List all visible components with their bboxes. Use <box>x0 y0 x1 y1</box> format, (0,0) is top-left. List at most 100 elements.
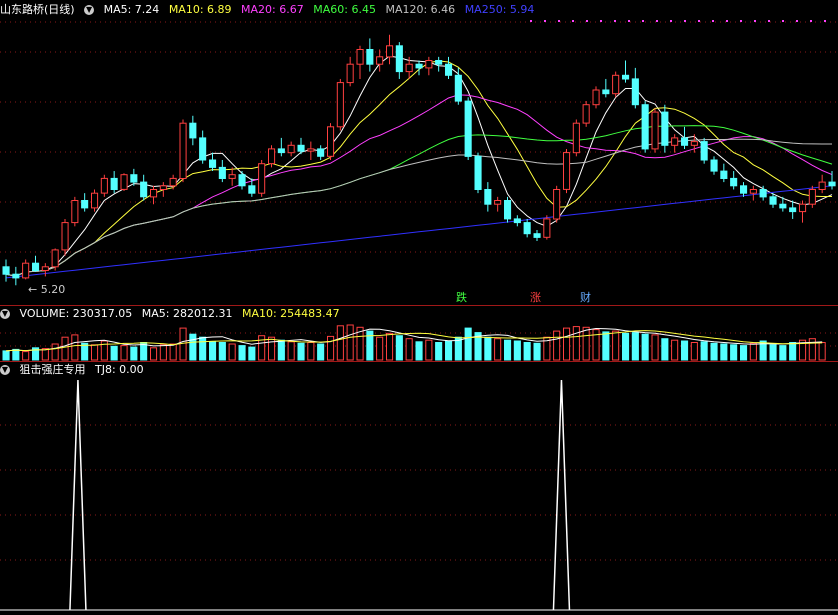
candle-body <box>602 89 610 95</box>
candle-body <box>336 82 344 128</box>
candle-body <box>622 74 630 80</box>
volume-bar <box>238 345 246 361</box>
volume-panel-header: ▼ VOLUME: 230317.05 MA5: 282012.31 MA10:… <box>0 306 346 322</box>
candle-body <box>199 137 207 161</box>
volume-bar <box>179 327 187 361</box>
volume-bar <box>789 342 797 361</box>
candle-body <box>690 141 698 146</box>
volume-bar <box>307 342 315 361</box>
candle-body <box>71 200 79 224</box>
volume-bar <box>130 346 138 361</box>
candle-body <box>533 233 541 238</box>
volume-bar <box>71 334 79 361</box>
ma10-line <box>5 60 832 277</box>
candle-body <box>818 181 826 191</box>
volume-bar <box>435 342 443 361</box>
marker-dot <box>586 20 588 22</box>
candle-body <box>248 185 256 194</box>
volume-bar <box>91 344 99 361</box>
volume-bar <box>720 343 728 361</box>
candle-body <box>366 49 374 65</box>
candle-body <box>425 60 433 69</box>
volume-bar <box>277 339 285 361</box>
volume-bar <box>818 342 826 361</box>
volume-bar <box>553 330 561 361</box>
volume-readout: VOLUME: 230317.05 <box>19 307 133 320</box>
volume-ma10-readout: MA10: 254483.47 <box>241 307 340 320</box>
candle-body <box>553 189 561 220</box>
candle-body <box>474 155 482 191</box>
volume-bar <box>582 326 590 361</box>
candle-body <box>828 181 836 187</box>
candle-body <box>297 144 305 152</box>
candle-body <box>238 174 246 187</box>
volume-bar <box>533 342 541 361</box>
candle-body <box>563 152 571 190</box>
candle-body <box>740 185 748 194</box>
volume-bar <box>484 336 492 361</box>
candle-body <box>61 222 69 251</box>
volume-bar <box>12 348 20 361</box>
volume-bar <box>228 343 236 361</box>
volume-bar <box>602 331 610 361</box>
candle-body <box>749 189 757 194</box>
tj8-spike <box>69 379 87 611</box>
candle-body <box>808 189 816 205</box>
volume-bar <box>464 327 472 361</box>
candle-body <box>445 63 453 76</box>
volume-bar <box>61 336 69 361</box>
volume-bar <box>199 336 207 361</box>
candle-body <box>376 56 384 65</box>
candle-body <box>661 111 669 146</box>
volume-bar <box>22 351 30 361</box>
volume-bar <box>327 335 335 361</box>
volume-bar <box>631 332 639 361</box>
marker-dot <box>824 20 826 22</box>
candle-body <box>681 137 689 146</box>
volume-bar <box>612 330 620 361</box>
marker-dot <box>614 20 616 22</box>
candle-body <box>277 148 285 154</box>
candle-body <box>22 262 30 279</box>
volume-bar <box>51 343 59 361</box>
candle-body <box>287 144 295 154</box>
candle-body <box>415 63 423 69</box>
candle-body <box>435 60 443 65</box>
candle-body <box>779 203 787 209</box>
candle-body <box>582 104 590 124</box>
ma250-line <box>5 185 833 279</box>
candle-body <box>346 63 354 84</box>
candle-body <box>258 163 266 194</box>
volume-bar <box>189 333 197 361</box>
volume-bar <box>150 347 158 361</box>
indicator-panel-header: ▼ 狙击强庄专用 TJ8: 0.00 <box>0 362 150 378</box>
volume-bar <box>297 342 305 361</box>
candle-body <box>130 174 138 183</box>
candle-body <box>504 200 512 220</box>
volume-bar <box>730 344 738 361</box>
volume-bar <box>769 344 777 361</box>
candle-body <box>631 78 639 106</box>
candle-body <box>799 203 807 213</box>
volume-bar <box>287 341 295 361</box>
volume-bar <box>169 343 177 361</box>
candle-body <box>12 273 20 279</box>
volume-bar <box>749 342 757 361</box>
candle-body <box>110 177 118 190</box>
volume-bar <box>690 342 698 361</box>
volume-gear-icon[interactable]: ▼ <box>0 309 10 319</box>
indicator-gear-icon[interactable]: ▼ <box>0 365 10 375</box>
candle-body <box>612 74 620 95</box>
candle-body <box>41 266 49 271</box>
volume-bar <box>376 336 384 361</box>
low-price-value: 5.20 <box>40 283 66 296</box>
candle-body <box>179 122 187 179</box>
candle-body <box>671 137 679 146</box>
candle-body <box>523 222 531 235</box>
candle-body <box>405 63 413 73</box>
candle-body <box>228 174 236 179</box>
candle-body <box>356 49 364 65</box>
marker-dot <box>810 20 812 22</box>
volume-bar <box>120 345 128 361</box>
volume-bar <box>651 334 659 361</box>
